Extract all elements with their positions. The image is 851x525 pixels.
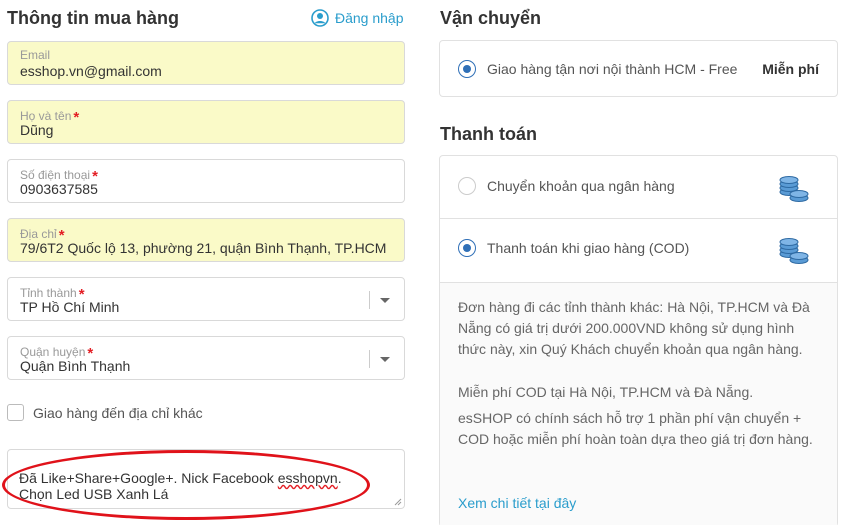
shipping-radio[interactable] bbox=[458, 60, 476, 78]
phone-field[interactable]: Số điện thoại * 0903637585 bbox=[7, 159, 405, 203]
login-link[interactable]: Đăng nhập bbox=[311, 9, 404, 27]
cod-info-paragraph-2: Miễn phí COD tại Hà Nội, TP.HCM và Đà Nẵ… bbox=[458, 384, 754, 400]
note-line-2: Chọn Led USB Xanh Lá bbox=[19, 486, 169, 502]
select-separator bbox=[369, 350, 370, 368]
login-label: Đăng nhập bbox=[335, 10, 404, 26]
coins-icon bbox=[779, 238, 809, 264]
email-field[interactable]: Email esshop.vn@gmail.com bbox=[7, 41, 405, 85]
address-value[interactable]: 79/6T2 Quốc lộ 13, phường 21, quận Bình … bbox=[20, 240, 386, 256]
alt-address-checkbox[interactable] bbox=[7, 404, 24, 421]
cod-info-paragraph-3: esSHOP có chính sách hỗ trợ 1 phần phí v… bbox=[458, 410, 813, 447]
cod-info-paragraph-1: Đơn hàng đi các tỉnh thành khác: Hà Nội,… bbox=[458, 299, 810, 357]
email-value[interactable]: esshop.vn@gmail.com bbox=[20, 63, 162, 79]
shipping-option-label[interactable]: Giao hàng tận nơi nội thành HCM - Free bbox=[487, 61, 737, 77]
order-note-textarea[interactable]: Đã Like+Share+Google+. Nick Facebook ess… bbox=[7, 449, 405, 509]
alt-address-option[interactable]: Giao hàng đến địa chỉ khác bbox=[7, 404, 203, 421]
shipping-method-box: Giao hàng tận nơi nội thành HCM - Free M… bbox=[439, 40, 838, 97]
district-select[interactable]: Quận huyện * Quận Bình Thạnh bbox=[7, 336, 405, 380]
shipping-price: Miễn phí bbox=[762, 61, 819, 77]
cod-label[interactable]: Thanh toán khi giao hàng (COD) bbox=[487, 240, 689, 256]
province-select[interactable]: Tỉnh thành * TP Hồ Chí Minh bbox=[7, 277, 405, 321]
full-name-field[interactable]: Họ và tên * Dũng bbox=[7, 100, 405, 144]
note-line-1: Đã Like+Share+Google+. Nick Facebook ess… bbox=[19, 470, 342, 486]
chevron-down-icon[interactable] bbox=[380, 357, 390, 362]
chevron-down-icon[interactable] bbox=[380, 298, 390, 303]
alt-address-label: Giao hàng đến địa chỉ khác bbox=[33, 404, 203, 421]
payment-methods-box: Chuyển khoản qua ngân hàng Thanh toán kh… bbox=[439, 155, 838, 525]
email-label: Email bbox=[20, 48, 51, 62]
province-value: TP Hồ Chí Minh bbox=[20, 299, 120, 315]
shipping-title: Vận chuyển bbox=[440, 8, 542, 28]
required-mark: * bbox=[73, 109, 80, 126]
payment-option-bank[interactable]: Chuyển khoản qua ngân hàng bbox=[440, 156, 837, 219]
resize-handle-icon[interactable] bbox=[394, 498, 402, 506]
payment-title: Thanh toán bbox=[440, 124, 537, 144]
buyer-info-title: Thông tin mua hàng bbox=[7, 8, 179, 28]
phone-value[interactable]: 0903637585 bbox=[20, 181, 98, 197]
user-icon bbox=[311, 9, 329, 27]
district-value: Quận Bình Thạnh bbox=[20, 358, 131, 374]
bank-transfer-label[interactable]: Chuyển khoản qua ngân hàng bbox=[487, 178, 675, 194]
full-name-value[interactable]: Dũng bbox=[20, 122, 53, 138]
payment-option-cod[interactable]: Thanh toán khi giao hàng (COD) bbox=[440, 219, 837, 282]
cod-info-panel: Đơn hàng đi các tỉnh thành khác: Hà Nội,… bbox=[440, 282, 837, 525]
coins-icon bbox=[779, 176, 809, 202]
bank-transfer-radio[interactable] bbox=[458, 177, 476, 195]
select-separator bbox=[369, 291, 370, 309]
details-link[interactable]: Xem chi tiết tại đây bbox=[458, 495, 576, 511]
spellcheck-word: esshopvn bbox=[277, 470, 338, 486]
address-field[interactable]: Địa chỉ * 79/6T2 Quốc lộ 13, phường 21, q… bbox=[7, 218, 405, 262]
cod-radio[interactable] bbox=[458, 239, 476, 257]
